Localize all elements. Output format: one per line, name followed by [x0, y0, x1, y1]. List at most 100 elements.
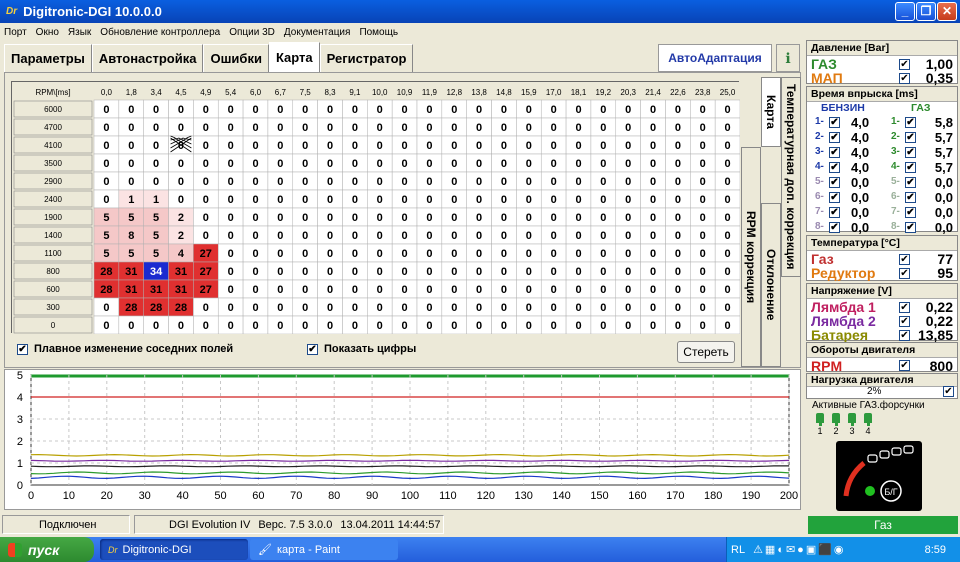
map-cell-value: 0 — [377, 194, 383, 206]
menu-item-2[interactable]: Язык — [68, 27, 91, 38]
menu-item-5[interactable]: Документация — [284, 27, 351, 38]
map-column-header: 20,3 — [620, 88, 636, 97]
petrol-cyl-checkbox[interactable]: ✔ — [829, 222, 840, 233]
map-cell-value: 0 — [277, 266, 283, 278]
temperature-title: Температура [°C] — [807, 236, 957, 251]
map-cell-value: 0 — [600, 302, 606, 314]
map-cell-value: 0 — [426, 140, 432, 152]
battery-checkbox[interactable]: ✔ — [899, 330, 910, 341]
start-button[interactable]: пуск — [0, 537, 94, 562]
lambda1-checkbox[interactable]: ✔ — [899, 302, 910, 313]
show-digits-checkbox[interactable]: ✔ — [307, 343, 318, 355]
map-column-header: 3,4 — [151, 88, 163, 97]
map-cell-value: 0 — [178, 158, 184, 170]
injector-icon: 1 — [814, 413, 826, 436]
petrol-cyl-checkbox[interactable]: ✔ — [829, 192, 840, 203]
tab-0[interactable]: Параметры — [4, 44, 92, 72]
map-column-header: 8,3 — [324, 88, 336, 97]
map-cell-value: 1 — [153, 194, 159, 206]
map-cell-value: 0 — [128, 158, 134, 170]
gas-temp-checkbox[interactable]: ✔ — [899, 254, 910, 265]
map-cell-value: 0 — [625, 122, 631, 134]
gas-cyl-checkbox[interactable]: ✔ — [905, 162, 916, 173]
gas-time-value: 5,7 — [934, 145, 953, 160]
task-paint[interactable]: 🖌 карта - Paint — [250, 539, 398, 560]
gas-cyl-checkbox[interactable]: ✔ — [905, 132, 916, 143]
rpm-checkbox[interactable]: ✔ — [899, 360, 910, 371]
map-cell-value: 0 — [501, 284, 507, 296]
menu-item-0[interactable]: Порт — [4, 27, 27, 38]
map-cell-value: 0 — [700, 320, 706, 332]
clear-button[interactable]: Стереть — [677, 341, 735, 363]
maximize-button[interactable]: ❐ — [916, 2, 936, 21]
tab-1[interactable]: Автонастройка — [91, 44, 204, 72]
map-cell-value: 31 — [125, 266, 137, 278]
reducer-temp-value: 95 — [937, 265, 953, 281]
map-cell-value: 0 — [277, 104, 283, 116]
minimize-button[interactable]: _ — [895, 2, 915, 21]
close-button[interactable]: ✕ — [937, 2, 957, 21]
petrol-cyl-checkbox[interactable]: ✔ — [829, 132, 840, 143]
gas-cyl-checkbox[interactable]: ✔ — [905, 147, 916, 158]
map-grid[interactable]: RPM\[ms] 0,0 1,8 3,4 4,5 4,9 5,4 6,0 6,7 7,5 8,3 9,… — [11, 81, 740, 334]
gas-pressure-checkbox[interactable]: ✔ — [899, 59, 910, 70]
gas-cyl-checkbox[interactable]: ✔ — [905, 177, 916, 188]
map-cell-value: 0 — [302, 248, 308, 260]
gas-time-value: 5,8 — [934, 115, 953, 130]
menu-item-6[interactable]: Помощь — [359, 27, 398, 38]
petrol-cyl-checkbox[interactable]: ✔ — [829, 177, 840, 188]
map-cell-value: 0 — [650, 158, 656, 170]
gas-cyl-checkbox[interactable]: ✔ — [905, 192, 916, 203]
petrol-cyl-checkbox[interactable]: ✔ — [829, 117, 840, 128]
map-cell-value: 0 — [252, 284, 258, 296]
map-pressure-checkbox[interactable]: ✔ — [899, 73, 910, 84]
petrol-cyl-checkbox[interactable]: ✔ — [829, 162, 840, 173]
map-cell-value: 0 — [252, 248, 258, 260]
map-cell-value: 0 — [103, 140, 109, 152]
tab-2[interactable]: Ошибки — [203, 44, 269, 72]
map-column-header: 11,9 — [422, 88, 438, 97]
reducer-temp-checkbox[interactable]: ✔ — [899, 268, 910, 279]
map-cell-value: 0 — [451, 212, 457, 224]
auto-adapt-button[interactable]: АвтоАдаптация — [658, 44, 772, 72]
map-cell-value: 0 — [327, 248, 333, 260]
map-cell-value: 0 — [203, 104, 209, 116]
map-cell-value: 0 — [228, 230, 234, 242]
petrol-cyl-checkbox[interactable]: ✔ — [829, 207, 840, 218]
map-cell-value: 0 — [551, 104, 557, 116]
map-cell-value: 0 — [675, 266, 681, 278]
side-tab-rpm-correction[interactable]: RPM коррекция — [741, 147, 761, 367]
petrol-time-value: 4,0 — [851, 130, 870, 145]
smooth-checkbox[interactable]: ✔ — [17, 343, 28, 355]
menu-item-1[interactable]: Окно — [36, 27, 59, 38]
smooth-option[interactable]: ✔ Плавное изменение соседних полей — [17, 343, 233, 355]
map-cell-value: 0 — [526, 230, 532, 242]
lambda2-checkbox[interactable]: ✔ — [899, 316, 910, 327]
task-digitronic[interactable]: Dr Digitronic-DGI — [100, 539, 248, 560]
language-indicator[interactable]: RL — [731, 544, 745, 556]
gas-cyl-checkbox[interactable]: ✔ — [905, 222, 916, 233]
gas-cyl-checkbox[interactable]: ✔ — [905, 207, 916, 218]
menu-item-3[interactable]: Обновление контроллера — [100, 27, 220, 38]
map-cell-value: 0 — [426, 194, 432, 206]
load-checkbox[interactable]: ✔ — [943, 386, 954, 397]
tray-icons[interactable]: ⚠▦◐✉●▣⬛◉ — [753, 543, 845, 556]
tab-3[interactable]: Карта — [268, 42, 320, 72]
side-tab-deviation[interactable]: Отклонение — [761, 203, 781, 367]
map-cell-value: 0 — [352, 248, 358, 260]
graph-x-tick: 190 — [742, 490, 760, 502]
menu-item-4[interactable]: Опции 3D — [229, 27, 275, 38]
injectors-section: Активные ГАЗ.форсунки 1234 — [806, 400, 958, 440]
tab-4[interactable]: Регистратор — [319, 44, 414, 72]
map-column-header: 7,5 — [300, 88, 312, 97]
map-cell-value: 0 — [178, 194, 184, 206]
petrol-cyl-checkbox[interactable]: ✔ — [829, 147, 840, 158]
side-tab-temp-correction[interactable]: Температурная доп. коррекция — [781, 77, 801, 277]
map-cell-value: 0 — [725, 230, 731, 242]
map-cell-value: 0 — [725, 140, 731, 152]
gas-cyl-checkbox[interactable]: ✔ — [905, 117, 916, 128]
side-tab-map[interactable]: Карта — [761, 77, 781, 147]
show-digits-option[interactable]: ✔ Показать цифры — [307, 343, 416, 355]
help-icon[interactable]: ℹ — [776, 44, 800, 72]
gas-indicator-icon — [865, 486, 875, 496]
